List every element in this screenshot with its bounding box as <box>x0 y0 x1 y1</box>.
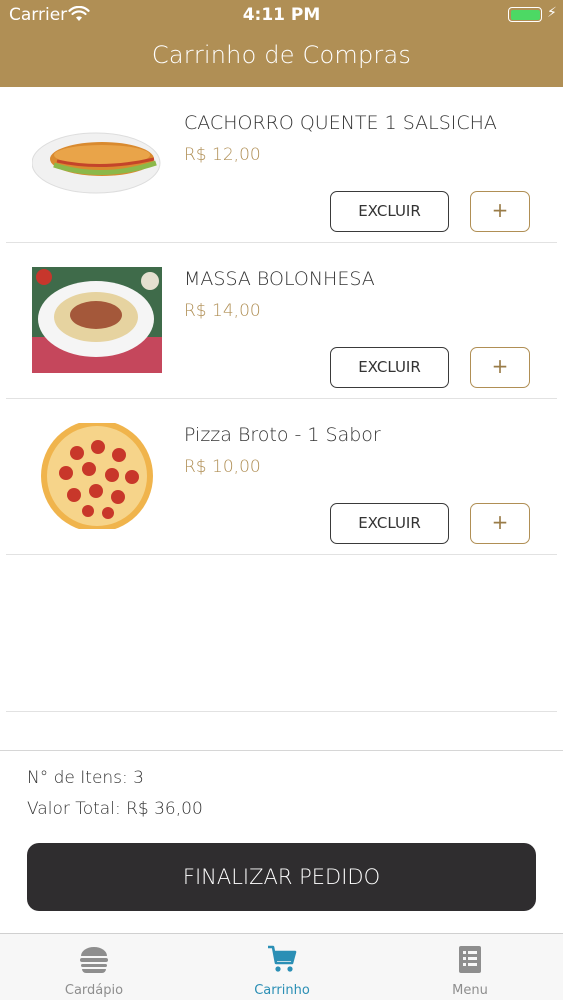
divider <box>0 750 563 751</box>
cart-icon <box>268 945 297 972</box>
clock: 4:11 PM <box>242 5 321 25</box>
tab-cardapio[interactable]: Cardápio <box>0 934 188 1000</box>
tab-bar: Cardápio Carrinho Menu <box>0 933 563 1000</box>
cart-item: Pizza Broto - 1 Sabor R$ 10,00 EXCLUIR + <box>6 399 557 555</box>
delete-button[interactable]: EXCLUIR <box>330 347 449 388</box>
checkout-button[interactable]: FINALIZAR PEDIDO <box>27 843 536 911</box>
item-price: R$ 14,00 <box>184 301 261 321</box>
tab-label: Menu <box>452 983 488 998</box>
add-button[interactable]: + <box>470 347 530 388</box>
tab-label: Carrinho <box>254 983 310 998</box>
tab-carrinho[interactable]: Carrinho <box>188 934 376 1000</box>
cart-item: CACHORRO QUENTE 1 SALSICHA R$ 12,00 EXCL… <box>6 87 557 243</box>
navigation-header: Carrier 4:11 PM ⚡ Carrinho de Compras <box>0 0 563 87</box>
add-button[interactable]: + <box>470 503 530 544</box>
list-icon <box>459 946 481 973</box>
item-count: N° de Itens: 3 <box>27 768 144 788</box>
hot-dog-image <box>32 132 161 194</box>
divider <box>6 711 557 712</box>
burger-icon <box>80 947 108 973</box>
battery-icon <box>508 7 542 22</box>
item-name: MASSA BOLONHESA <box>184 268 375 290</box>
total-value: Valor Total: R$ 36,00 <box>27 799 203 819</box>
add-button[interactable]: + <box>470 191 530 232</box>
page-title: Carrinho de Compras <box>151 41 412 69</box>
delete-button[interactable]: EXCLUIR <box>330 503 449 544</box>
delete-button[interactable]: EXCLUIR <box>330 191 449 232</box>
charging-icon: ⚡ <box>547 5 557 21</box>
item-price: R$ 10,00 <box>184 457 261 477</box>
tab-menu[interactable]: Menu <box>376 934 563 1000</box>
item-price: R$ 12,00 <box>184 145 261 165</box>
status-bar: Carrier 4:11 PM ⚡ <box>0 0 563 30</box>
cart-item: MASSA BOLONHESA R$ 14,00 EXCLUIR + <box>6 243 557 399</box>
item-name: CACHORRO QUENTE 1 SALSICHA <box>184 112 497 134</box>
item-name: Pizza Broto - 1 Sabor <box>184 424 381 446</box>
pizza-image <box>41 423 153 529</box>
tab-label: Cardápio <box>64 983 124 998</box>
cart-list: CACHORRO QUENTE 1 SALSICHA R$ 12,00 EXCL… <box>0 87 563 555</box>
pasta-image <box>32 267 162 373</box>
